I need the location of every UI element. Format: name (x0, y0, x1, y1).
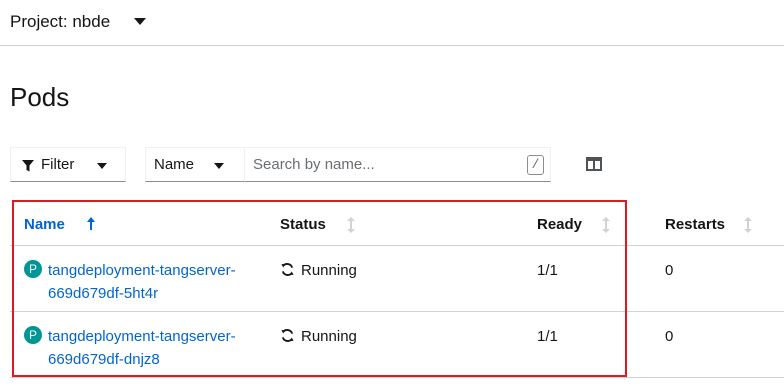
search-by-dropdown[interactable]: Name (145, 147, 245, 182)
pod-restarts-value: 0 (665, 262, 674, 279)
sync-icon (281, 329, 294, 342)
column-header-ready-label: Ready (537, 216, 583, 233)
caret-down-icon (97, 163, 107, 169)
pod-ready-cell: 1/1 (523, 311, 651, 378)
pod-name-line2: 669d679df-5ht4r (48, 285, 159, 302)
column-header-restarts-label: Restarts (665, 216, 726, 233)
pod-status-cell: Running (266, 311, 523, 378)
pod-status-text: Running (301, 328, 357, 345)
pod-ready-value: 1/1 (537, 262, 558, 279)
project-bar: Project: nbde (0, 0, 784, 46)
pod-resource-badge: P (24, 260, 42, 278)
pod-name-line1: tangdeployment-tangserver- (48, 262, 236, 279)
table-row: P tangdeployment-tangserver- 669d679df-d… (10, 311, 784, 378)
column-header-ready[interactable]: Ready (523, 203, 651, 246)
pod-resource-badge: P (24, 326, 42, 344)
column-header-name-label: Name (24, 216, 65, 233)
column-header-status-label: Status (280, 216, 326, 233)
pod-name-link[interactable]: tangdeployment-tangserver- 669d679df-5ht… (48, 259, 266, 305)
pods-table: Name Status Ready Restarts P tangdeploym… (10, 203, 784, 378)
table-row: P tangdeployment-tangserver- 669d679df-5… (10, 245, 784, 312)
pod-name-line2: 669d679df-dnjz8 (48, 351, 160, 368)
column-header-status[interactable]: Status (266, 203, 523, 246)
pod-name-cell: P tangdeployment-tangserver- 669d679df-d… (10, 311, 266, 378)
pod-restarts-value: 0 (665, 328, 674, 345)
pod-restarts-cell: 0 (651, 245, 784, 312)
search-box: / (244, 147, 551, 182)
caret-down-icon (214, 163, 224, 169)
pod-ready-value: 1/1 (537, 328, 558, 345)
pod-name-cell: P tangdeployment-tangserver- 669d679df-5… (10, 245, 266, 312)
project-label: Project: nbde (10, 12, 111, 31)
pod-ready-cell: 1/1 (523, 245, 651, 312)
pod-status-cell: Running (266, 245, 523, 312)
pod-status-text: Running (301, 262, 357, 279)
sort-arrows-icon (744, 217, 752, 233)
column-header-name[interactable]: Name (10, 203, 266, 246)
column-header-restarts[interactable]: Restarts (651, 203, 784, 246)
pod-name-link[interactable]: tangdeployment-tangserver- 669d679df-dnj… (48, 325, 266, 371)
sort-arrows-icon (347, 217, 355, 233)
sync-icon (281, 263, 294, 276)
page-title: Pods (10, 82, 70, 112)
search-input[interactable] (245, 148, 515, 181)
arrow-up-icon (87, 217, 95, 230)
search-by-label: Name (154, 156, 195, 173)
sort-arrows-icon (602, 217, 610, 233)
shortcut-key-hint: / (527, 155, 544, 175)
pod-name-line1: tangdeployment-tangserver- (48, 328, 236, 345)
filter-icon (22, 160, 34, 172)
manage-columns-icon[interactable] (586, 157, 602, 171)
filter-dropdown[interactable]: Filter (10, 147, 126, 182)
pod-restarts-cell: 0 (651, 311, 784, 378)
table-header-row: Name Status Ready Restarts (10, 203, 784, 246)
filter-label: Filter (41, 156, 75, 173)
caret-down-icon (134, 18, 146, 25)
